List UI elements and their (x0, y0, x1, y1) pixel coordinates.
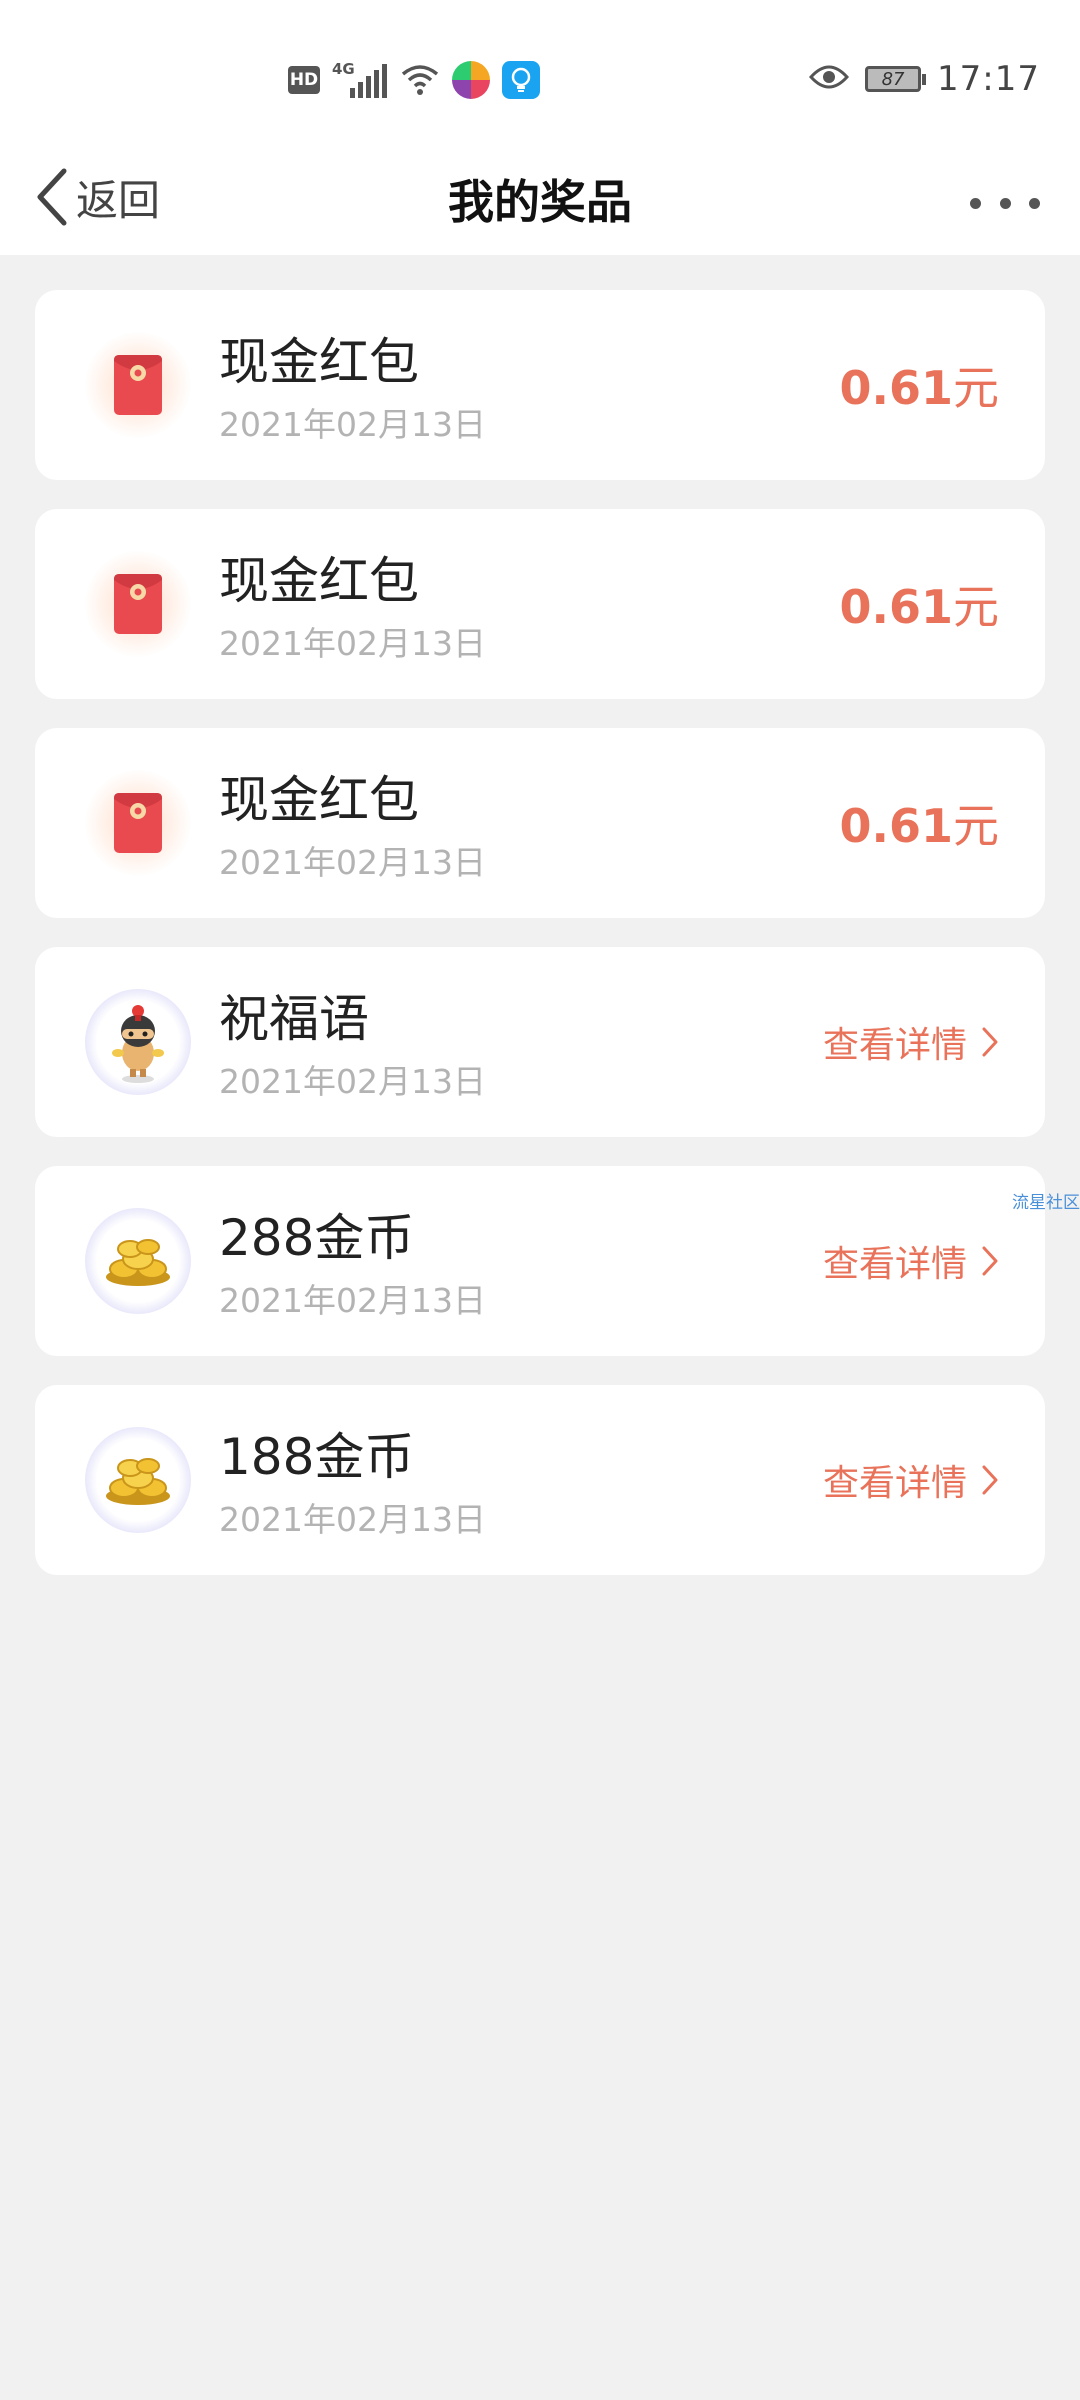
prize-list: 现金红包 2021年02月13日 0.61元 现金红包 2021年02月13日 … (35, 290, 1045, 1604)
prize-date: 2021年02月13日 (219, 1062, 486, 1101)
status-icons-right: 87 17:17 (808, 58, 1040, 100)
prize-card[interactable]: 现金红包 2021年02月13日 0.61元 (35, 728, 1045, 918)
view-details-link[interactable]: 查看详情 (823, 1236, 999, 1286)
chevron-right-icon (982, 1465, 998, 1495)
prize-amount: 0.61元 (840, 352, 1000, 418)
chevron-left-icon (37, 168, 67, 226)
page-title: 我的奖品 (448, 175, 632, 229)
more-dot-icon (970, 197, 981, 209)
prize-date: 2021年02月13日 (219, 1281, 486, 1320)
chevron-right-icon (982, 1246, 998, 1276)
prize-amount: 0.61元 (840, 571, 1000, 637)
gold-coins-icon (85, 1427, 191, 1533)
battery-level: 87 (881, 68, 905, 90)
nav-bar: 我的奖品 返回 (0, 150, 1080, 255)
eye-icon (808, 63, 850, 95)
chevron-right-icon (982, 1027, 998, 1057)
amount-unit: 元 (953, 799, 999, 853)
prize-card[interactable]: 现金红包 2021年02月13日 0.61元 (35, 290, 1045, 480)
amount-value: 0.61 (839, 580, 954, 634)
view-details-label: 查看详情 (822, 1463, 967, 1504)
prize-card[interactable]: 现金红包 2021年02月13日 0.61元 (35, 509, 1045, 699)
red-packet-icon (85, 332, 191, 438)
prize-card[interactable]: 188金币 2021年02月13日 查看详情 (35, 1385, 1045, 1575)
amount-unit: 元 (953, 361, 999, 415)
more-options-button[interactable] (970, 178, 1040, 228)
more-dot-icon (999, 197, 1011, 209)
prize-date: 2021年02月13日 (219, 405, 486, 444)
prize-card[interactable]: 288金币 2021年02月13日 查看详情 (35, 1166, 1045, 1356)
prize-title: 288金币 (219, 1209, 415, 1267)
view-details-link[interactable]: 查看详情 (823, 1455, 999, 1505)
prize-date: 2021年02月13日 (219, 624, 486, 663)
back-label: 返回 (76, 175, 161, 225)
view-details-label: 查看详情 (822, 1025, 967, 1066)
prize-date: 2021年02月13日 (219, 1500, 486, 1539)
red-packet-icon (85, 770, 191, 876)
status-bar: HD 4G 87 17:17 (0, 0, 1080, 150)
prize-title: 现金红包 (219, 771, 419, 829)
view-details-label: 查看详情 (822, 1244, 967, 1285)
view-details-link[interactable]: 查看详情 (823, 1017, 999, 1067)
app-notification-icon (452, 61, 490, 99)
prize-title: 祝福语 (219, 990, 369, 1048)
prize-date: 2021年02月13日 (219, 843, 486, 882)
clock: 17:17 (937, 59, 1040, 99)
amount-value: 0.61 (839, 799, 954, 853)
prize-title: 188金币 (219, 1428, 415, 1486)
amount-unit: 元 (953, 580, 999, 634)
cellular-signal-icon: 4G (332, 60, 388, 98)
status-icons-left: HD 4G (288, 60, 540, 100)
mascot-icon (85, 989, 191, 1095)
hd-icon: HD (288, 66, 320, 94)
lightbulb-app-icon (502, 61, 540, 99)
wifi-icon (400, 62, 440, 98)
battery-icon: 87 (865, 66, 927, 92)
gold-coins-icon (85, 1208, 191, 1314)
back-button[interactable]: 返回 (34, 162, 160, 232)
prize-amount: 0.61元 (840, 790, 1000, 856)
more-dot-icon (1029, 197, 1040, 209)
prize-card[interactable]: 祝福语 2021年02月13日 查看详情 (35, 947, 1045, 1137)
red-packet-icon (85, 551, 191, 657)
amount-value: 0.61 (839, 361, 954, 415)
prize-title: 现金红包 (219, 552, 419, 610)
watermark-text: 流星社区 (1012, 1193, 1080, 1213)
prize-title: 现金红包 (219, 333, 419, 391)
